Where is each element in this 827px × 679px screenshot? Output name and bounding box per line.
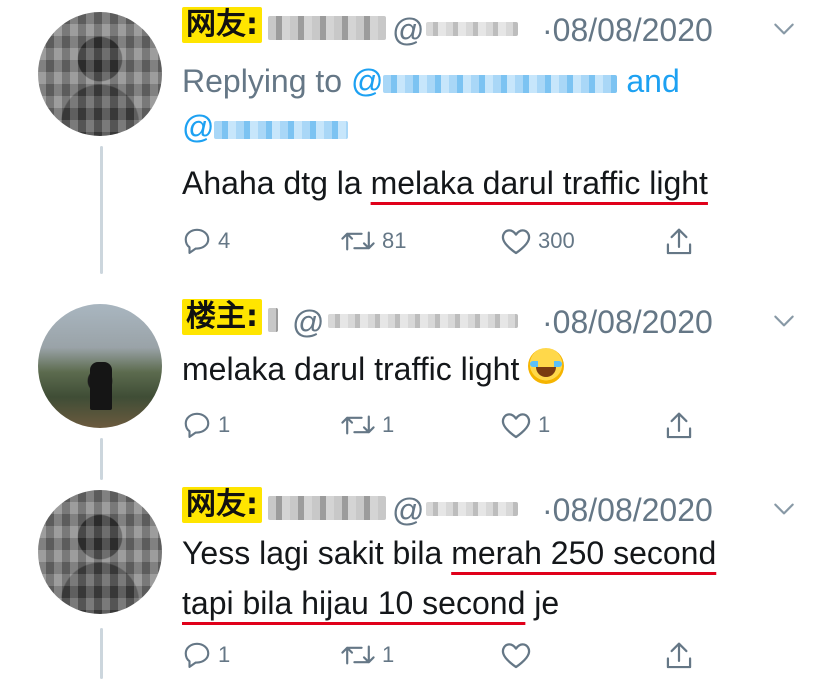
share-button[interactable] xyxy=(664,410,694,442)
retweet-button[interactable]: 81 xyxy=(340,226,406,256)
blurred-handle xyxy=(383,74,618,93)
avatar[interactable] xyxy=(38,12,162,136)
reply-count: 4 xyxy=(218,228,231,253)
tears-of-joy-icon xyxy=(528,348,565,384)
reply-icon xyxy=(184,228,210,254)
reply-icon xyxy=(184,412,210,438)
handle-at[interactable]: @ xyxy=(392,490,424,530)
tweet-header: 网友: @ ·08/08/2020 xyxy=(182,4,797,48)
text-plain: je xyxy=(525,585,560,621)
like-count: 300 xyxy=(538,228,575,253)
replying-handle-1[interactable]: @ xyxy=(351,63,618,99)
text-plain: Yess lagi sakit bila xyxy=(182,535,452,571)
retweet-icon xyxy=(341,645,375,665)
tweet-1[interactable]: 网友: @ ·08/08/2020 Replying to @ and @ Ah… xyxy=(182,4,797,208)
text-line-2: tapi bila hijau 10 second je xyxy=(182,578,797,628)
user-tag: 楼主: xyxy=(182,299,262,335)
user-tag: 网友: xyxy=(182,487,262,523)
avatar[interactable] xyxy=(38,304,162,428)
tweet-text: melaka darul traffic light xyxy=(182,344,797,394)
tweet-date[interactable]: ·08/08/2020 xyxy=(542,490,713,530)
tweet-header: 楼主: @ ·08/08/2020 xyxy=(182,296,797,340)
retweet-button[interactable]: 1 xyxy=(340,410,394,440)
reply-count: 1 xyxy=(218,412,231,437)
chevron-down-icon[interactable] xyxy=(771,308,797,334)
reply-icon xyxy=(184,642,210,668)
tweet-text: Ahaha dtg la melaka darul traffic light xyxy=(182,158,797,208)
reply-button[interactable]: 1 xyxy=(182,410,230,440)
text-highlight: tapi bila hijau 10 second xyxy=(182,585,526,621)
replying-handle-2[interactable]: @ xyxy=(182,109,349,145)
reply-button[interactable]: 4 xyxy=(182,226,230,256)
text-highlight: merah 250 second xyxy=(451,535,717,571)
like-button[interactable]: 300 xyxy=(500,226,575,256)
retweet-count: 1 xyxy=(382,642,395,667)
tweet-text: Yess lagi sakit bila merah 250 second ta… xyxy=(182,528,797,628)
retweet-button[interactable]: 1 xyxy=(340,640,394,670)
replying-to-line2: @ xyxy=(182,104,797,150)
handle-at[interactable]: @ xyxy=(292,302,324,342)
blurred-handle[interactable] xyxy=(426,22,518,36)
share-button[interactable] xyxy=(664,226,694,258)
retweet-icon xyxy=(341,231,375,251)
like-icon xyxy=(501,229,531,255)
blurred-display-name[interactable] xyxy=(268,308,278,332)
like-button[interactable] xyxy=(500,640,538,670)
replying-prefix: Replying to xyxy=(182,63,351,99)
like-button[interactable]: 1 xyxy=(500,410,550,440)
text-line-1: Yess lagi sakit bila merah 250 second xyxy=(182,528,797,578)
blurred-handle xyxy=(214,120,349,139)
reply-count: 1 xyxy=(218,642,231,667)
tweet-actions: 1 1 1 xyxy=(182,410,787,446)
like-count: 1 xyxy=(538,412,551,437)
like-icon xyxy=(501,643,531,669)
replying-and: and xyxy=(617,63,680,99)
share-button[interactable] xyxy=(664,640,694,672)
handle-at[interactable]: @ xyxy=(392,10,424,50)
thread-line-2 xyxy=(100,438,103,480)
tweet-2[interactable]: 楼主: @ ·08/08/2020 melaka darul traffic l… xyxy=(182,296,797,394)
avatar[interactable] xyxy=(38,490,162,614)
chevron-down-icon[interactable] xyxy=(771,16,797,42)
text-plain: Ahaha dtg la xyxy=(182,165,371,201)
blurred-handle[interactable] xyxy=(426,502,518,516)
like-icon xyxy=(501,413,531,439)
tweet-actions: 4 81 300 xyxy=(182,226,787,262)
blurred-handle[interactable] xyxy=(328,314,518,328)
chevron-down-icon[interactable] xyxy=(771,496,797,522)
blurred-display-name[interactable] xyxy=(268,16,386,40)
thread-line-1 xyxy=(100,146,103,274)
text-highlight: melaka darul traffic light xyxy=(370,165,708,201)
thread-line-3 xyxy=(100,628,103,679)
retweet-count: 1 xyxy=(382,412,395,437)
replying-to: Replying to @ and xyxy=(182,58,797,104)
tweet-date[interactable]: ·08/08/2020 xyxy=(542,302,713,342)
tweet-actions: 1 1 xyxy=(182,640,787,676)
share-icon xyxy=(666,642,692,669)
text-plain: melaka darul traffic light xyxy=(182,351,529,387)
blurred-display-name[interactable] xyxy=(268,496,386,520)
retweet-count: 81 xyxy=(382,228,407,253)
share-icon xyxy=(666,228,692,255)
tweet-header: 网友: @ ·08/08/2020 xyxy=(182,484,797,528)
share-icon xyxy=(666,412,692,439)
retweet-icon xyxy=(341,415,375,435)
tweet-3[interactable]: 网友: @ ·08/08/2020 Yess lagi sakit bila m… xyxy=(182,484,797,628)
user-tag: 网友: xyxy=(182,7,262,43)
tweet-date[interactable]: ·08/08/2020 xyxy=(542,10,713,50)
reply-button[interactable]: 1 xyxy=(182,640,230,670)
